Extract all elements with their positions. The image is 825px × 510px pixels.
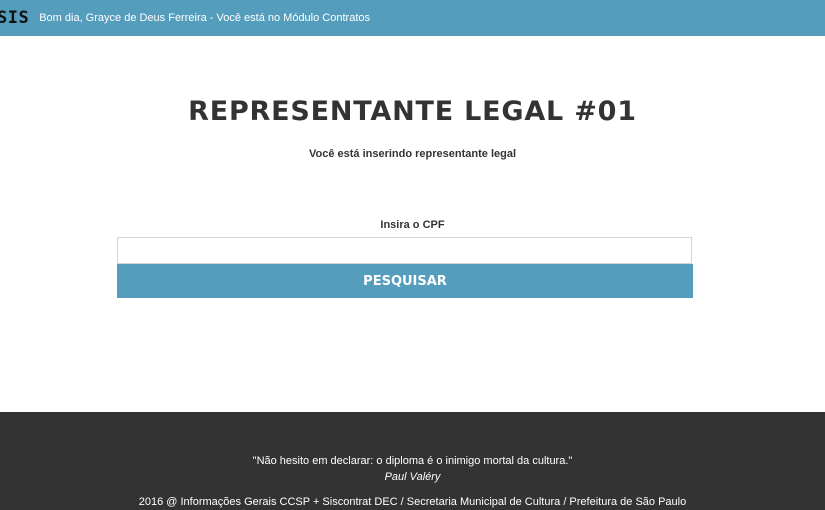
top-bar: SIS Bom dia, Grayce de Deus Ferreira - V… xyxy=(0,0,825,36)
app-logo[interactable]: SIS xyxy=(0,8,29,28)
cpf-input[interactable] xyxy=(117,237,692,264)
footer: "Não hesito em declarar: o diploma é o i… xyxy=(0,412,825,510)
cpf-label: Insira o CPF xyxy=(380,219,445,231)
page-subtitle: Você está inserindo representante legal xyxy=(308,148,517,160)
greeting-text: Bom dia, Grayce de Deus Ferreira - Você … xyxy=(39,12,370,24)
page-title: REPRESENTANTE LEGAL #01 xyxy=(188,96,637,127)
search-button[interactable]: PESQUISAR xyxy=(117,264,693,298)
footer-copyright: 2016 @ Informações Gerais CCSP + Siscont… xyxy=(138,496,687,508)
footer-quote-author: Paul Valéry xyxy=(384,471,441,483)
footer-quote: "Não hesito em declarar: o diploma é o i… xyxy=(252,455,573,467)
